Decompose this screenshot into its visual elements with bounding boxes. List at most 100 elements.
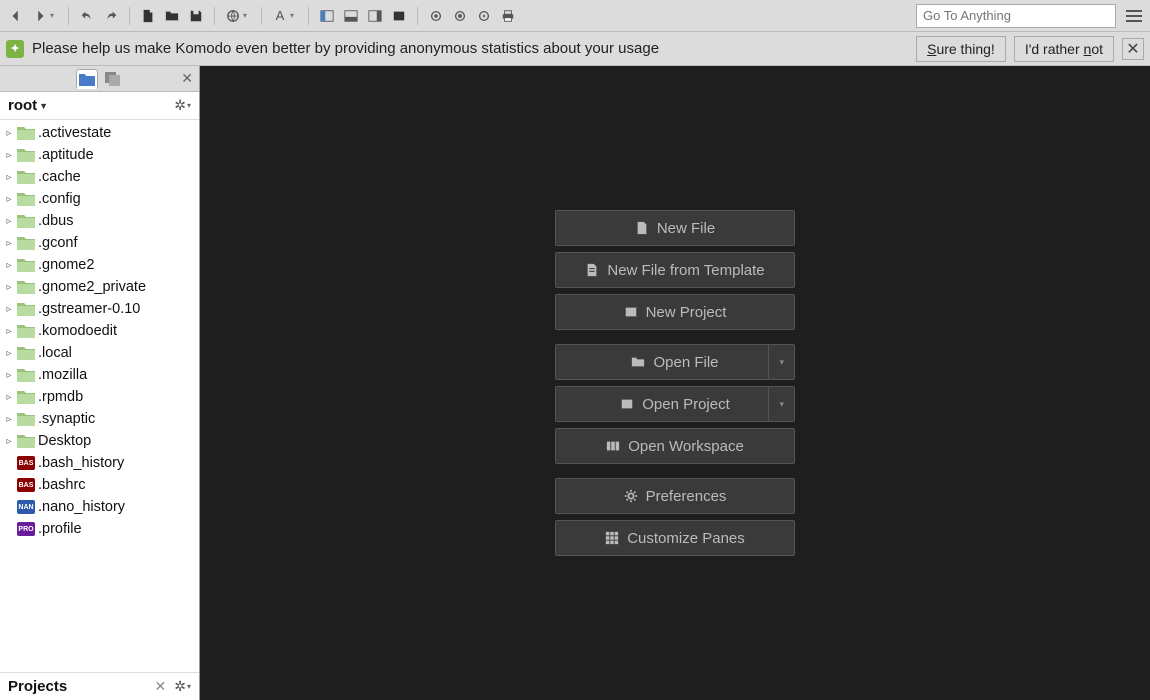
root-folder-dropdown[interactable]: ▼ [39,101,48,111]
projects-options-button[interactable]: ✲▾ [174,678,191,695]
new-file-label: New File [657,220,715,237]
tree-folder[interactable]: ▹.synaptic [0,408,199,430]
pane-right-button[interactable] [363,4,387,28]
tree-file[interactable]: BAS.bashrc [0,474,199,496]
new-group: New File New File from Template New Proj… [555,210,795,330]
tree-folder[interactable]: ▹ .rpmdb [0,386,199,408]
item-label: .nano_history [38,499,125,515]
disclosure-triangle-icon[interactable]: ▹ [4,238,14,249]
tree-folder[interactable]: ▹ .cache [0,166,199,188]
projects-close-button[interactable]: ✕ [155,678,167,695]
accept-button[interactable]: Sure thing! [916,36,1006,62]
new-project-button[interactable]: New Project [555,294,795,330]
undo-button[interactable] [75,4,99,28]
new-file-template-button[interactable]: New File from Template [555,252,795,288]
preferences-button[interactable]: Preferences [555,478,795,514]
print-button[interactable] [496,4,520,28]
disclosure-triangle-icon[interactable]: ▹ [4,326,14,337]
pane-left-button[interactable] [315,4,339,28]
nav-forward-button[interactable] [28,4,52,28]
tree-folder[interactable]: ▹ .mozilla [0,364,199,386]
pane-bottom-button[interactable] [339,4,363,28]
sidebar-close-button[interactable]: ✕ [181,70,193,87]
disclosure-triangle-icon[interactable]: ▹ [4,348,14,359]
item-label: .cache [38,169,81,185]
tree-folder[interactable]: ▹.config [0,188,199,210]
tree-file[interactable]: BAS.bash_history [0,452,199,474]
tree-folder[interactable]: ▹ .aptitude [0,144,199,166]
disclosure-triangle-icon[interactable]: ▹ [4,150,14,161]
settings-group: Preferences Customize Panes [555,478,795,556]
places-tab[interactable] [76,69,98,89]
file-type-icon: BAS [17,478,35,492]
disclosure-triangle-icon[interactable]: ▹ [4,282,14,293]
goto-anything-input[interactable] [916,4,1116,28]
browser-preview-dropdown[interactable]: ▾ [243,11,251,20]
tree-folder[interactable]: ▹ .gconf [0,232,199,254]
tree-folder[interactable]: ▹ .gstreamer-0.10 [0,298,199,320]
disclosure-triangle-icon[interactable]: ▹ [4,436,14,447]
save-button[interactable] [184,4,208,28]
file-tree: ▹.activestate▹.aptitude▹.cache▹.config▹.… [0,120,199,672]
new-file-button[interactable]: New File [555,210,795,246]
disclosure-triangle-icon[interactable]: ▹ [4,172,14,183]
open-file-button[interactable]: Open File▾ [555,344,795,380]
open-project-button[interactable]: Open Project▾ [555,386,795,422]
folder-icon [17,192,35,206]
disclosure-triangle-icon[interactable]: ▹ [4,216,14,227]
open-workspace-button[interactable]: Open Workspace [555,428,795,464]
open-files-tab[interactable] [102,69,124,89]
play-macro-button[interactable] [472,4,496,28]
close-notification-button[interactable]: ✕ [1122,38,1144,60]
disclosure-triangle-icon[interactable]: ▹ [4,370,14,381]
tree-folder[interactable]: ▹ .gnome2_private [0,276,199,298]
item-label: .gconf [38,235,78,251]
tree-folder[interactable]: ▹ Desktop [0,430,199,452]
tree-file[interactable]: PRO.profile [0,518,199,540]
tree-folder[interactable]: ▹ .dbus [0,210,199,232]
redo-button[interactable] [99,4,123,28]
tree-folder[interactable]: ▹.local [0,342,199,364]
separator [68,7,69,25]
tree-folder[interactable]: ▹.komodoedit [0,320,199,342]
disclosure-triangle-icon[interactable]: ▹ [4,304,14,315]
item-label: .rpmdb [38,389,83,405]
tree-folder[interactable]: ▹.activestate [0,122,199,144]
font-button[interactable]: A [268,4,292,28]
decline-button[interactable]: I'd rather not [1014,36,1114,62]
folder-icon [17,368,35,382]
pane-focus-button[interactable] [387,4,411,28]
main-toolbar: ▾ ▾ A ▾ [0,0,1150,32]
stop-macro-button[interactable] [448,4,472,28]
item-label: .mozilla [38,367,87,383]
new-file-template-label: New File from Template [607,262,764,279]
new-file-button[interactable] [136,4,160,28]
tree-file[interactable]: NAN.nano_history [0,496,199,518]
disclosure-triangle-icon[interactable]: ▹ [4,392,14,403]
nav-back-button[interactable] [4,4,28,28]
nav-history-dropdown[interactable]: ▾ [50,11,58,20]
disclosure-triangle-icon[interactable]: ▹ [4,194,14,205]
font-dropdown[interactable]: ▾ [290,11,298,20]
open-file-dropdown[interactable]: ▾ [768,345,784,379]
separator [417,7,418,25]
sidebar-options-button[interactable]: ✲▾ [174,97,191,114]
open-project-dropdown[interactable]: ▾ [768,387,784,421]
item-label: .aptitude [38,147,94,163]
separator [129,7,130,25]
disclosure-triangle-icon[interactable]: ▹ [4,414,14,425]
record-macro-button[interactable] [424,4,448,28]
item-label: .gstreamer-0.10 [38,301,140,317]
item-label: .dbus [38,213,73,229]
customize-panes-button[interactable]: Customize Panes [555,520,795,556]
open-file-button[interactable] [160,4,184,28]
hamburger-menu-button[interactable] [1122,4,1146,28]
browser-preview-button[interactable] [221,4,245,28]
projects-label[interactable]: Projects [8,678,67,695]
item-label: Desktop [38,433,91,449]
root-folder-label[interactable]: root [8,97,37,114]
tree-folder[interactable]: ▹.gnome2 [0,254,199,276]
disclosure-triangle-icon[interactable]: ▹ [4,128,14,139]
item-label: .gnome2_private [38,279,146,295]
disclosure-triangle-icon[interactable]: ▹ [4,260,14,271]
